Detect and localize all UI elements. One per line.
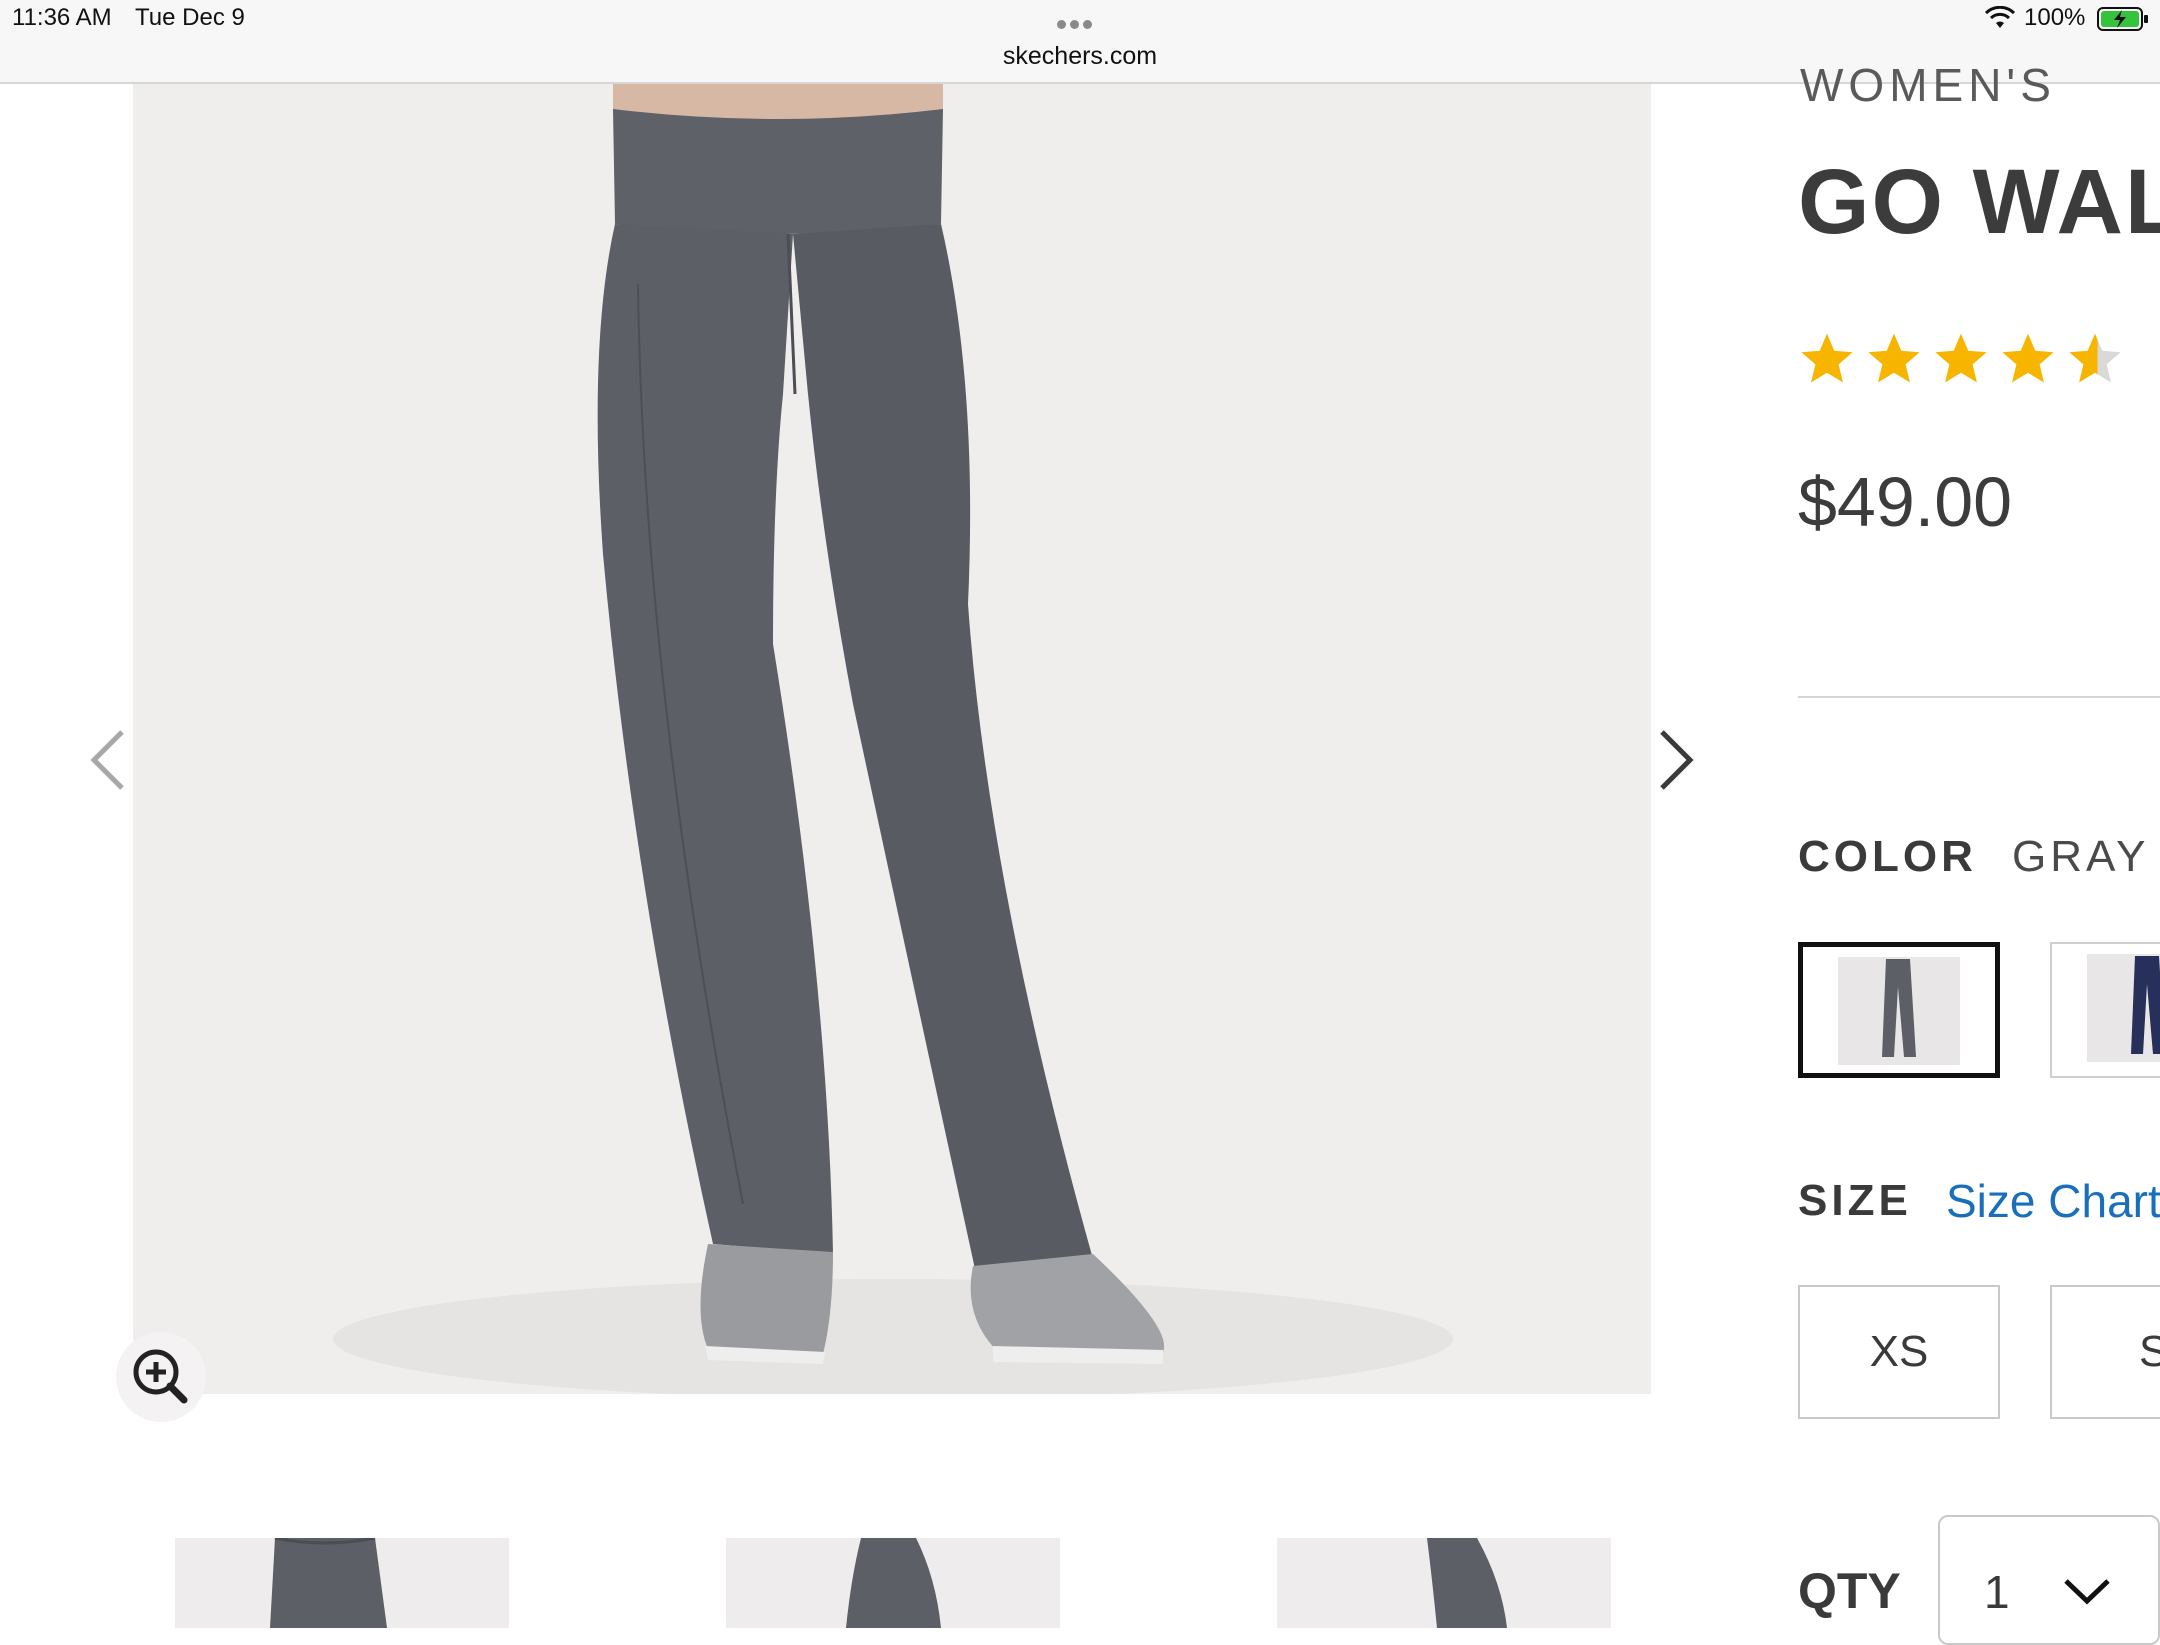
chevron-down-icon <box>2064 1579 2110 1605</box>
size-option-xs[interactable]: XS <box>1798 1285 2000 1419</box>
product-hero-image[interactable] <box>133 84 1651 1394</box>
wifi-icon <box>1985 6 2015 28</box>
selected-color-name: GRAY <box>2012 832 2150 881</box>
star-icon <box>1801 333 1853 383</box>
quantity-select[interactable]: 1 <box>1938 1515 2160 1645</box>
divider <box>1798 696 2160 698</box>
product-price: $49.00 <box>1798 463 2013 541</box>
zoom-in-icon <box>133 1349 188 1404</box>
more-dots-icon[interactable] <box>1057 14 1096 33</box>
color-swatch-gray[interactable] <box>1798 942 2000 1078</box>
chevron-right-icon[interactable] <box>1650 720 1700 800</box>
color-label: COLOR <box>1798 832 1977 881</box>
qty-label: QTY <box>1798 1563 1901 1619</box>
star-icon <box>2002 333 2054 383</box>
gallery-thumbnail[interactable] <box>175 1538 509 1628</box>
zoom-button[interactable] <box>116 1332 206 1422</box>
star-rating[interactable] <box>1798 330 2128 392</box>
swatch-image <box>2087 954 2160 1062</box>
chevron-left-icon[interactable] <box>82 720 132 800</box>
status-time: 11:36 AM <box>12 4 112 31</box>
gallery-thumbnail[interactable] <box>1277 1538 1611 1628</box>
battery-charging-icon <box>2097 7 2148 31</box>
swatch-image <box>1838 957 1960 1065</box>
quantity-value: 1 <box>1984 1566 2010 1618</box>
product-title: GO WAL <box>1798 151 2160 253</box>
color-swatch-navy[interactable] <box>2050 942 2160 1078</box>
size-option-s[interactable]: S <box>2050 1285 2160 1419</box>
gallery-thumbnail[interactable] <box>726 1538 1060 1628</box>
product-category: WOMEN'S <box>1800 59 2056 111</box>
battery-percentage: 100% <box>2024 4 2086 31</box>
size-label: SIZE <box>1798 1176 1912 1225</box>
size-chart-link[interactable]: Size Chart <box>1946 1174 2160 1228</box>
half-star-icon <box>2069 333 2121 383</box>
star-icon <box>1868 333 1920 383</box>
status-date: Tue Dec 9 <box>135 4 245 31</box>
star-icon <box>1935 333 1987 383</box>
